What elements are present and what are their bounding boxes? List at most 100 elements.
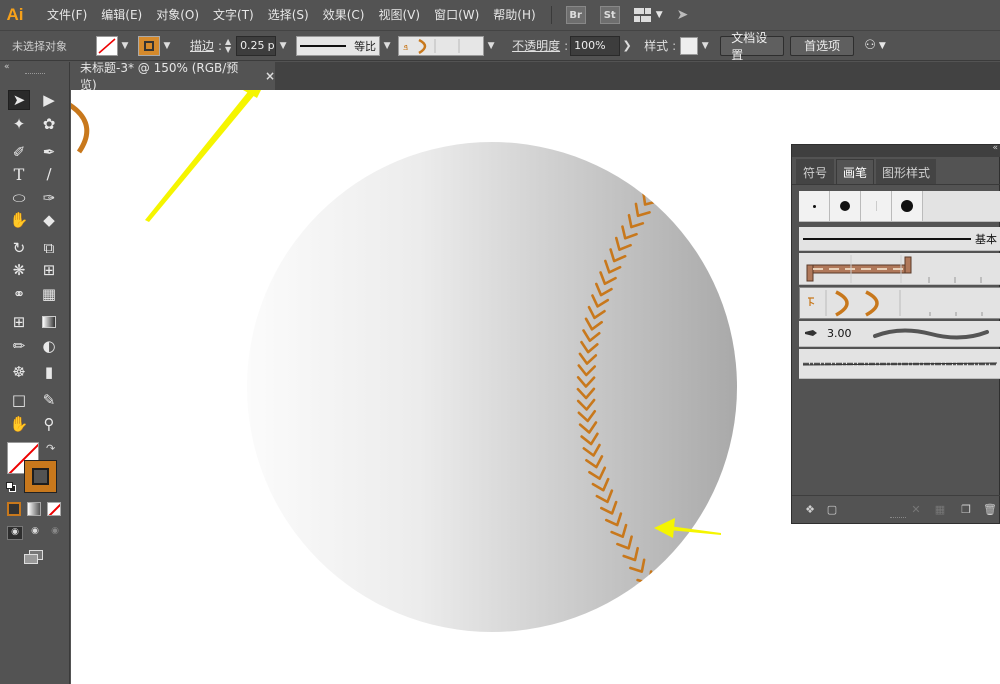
brush-dot-4[interactable] bbox=[892, 191, 923, 221]
delete-brush-icon[interactable]: 🗑 bbox=[982, 502, 998, 516]
curvature-tool-icon[interactable]: ✒ bbox=[38, 142, 60, 162]
blend-icon[interactable]: ◐ bbox=[38, 336, 60, 356]
close-icon[interactable]: × bbox=[265, 69, 275, 83]
variable-width-profile[interactable]: 等比 bbox=[296, 35, 381, 56]
menu-help[interactable]: 帮助(H) bbox=[486, 0, 542, 30]
chevron-down-icon[interactable]: ▼ bbox=[656, 10, 663, 20]
lasso-icon[interactable]: ✿ bbox=[38, 114, 60, 134]
color-mode-icon[interactable] bbox=[7, 502, 21, 516]
none-mode-icon[interactable] bbox=[47, 502, 61, 516]
brush-dot-3[interactable] bbox=[861, 191, 892, 221]
brush-dropdown-icon[interactable]: ▼ bbox=[484, 36, 498, 56]
menu-edit[interactable]: 编辑(E) bbox=[94, 0, 149, 30]
arrange-documents-icon[interactable]: ⚇ bbox=[864, 38, 876, 53]
tab-brushes[interactable]: 画笔 bbox=[836, 159, 874, 185]
menu-type[interactable]: 文字(T) bbox=[206, 0, 261, 30]
draw-inside-icon[interactable]: ◉ bbox=[47, 526, 63, 540]
document-setup-button[interactable]: 文档设置 bbox=[720, 31, 785, 62]
artboard-icon[interactable]: □ bbox=[8, 390, 30, 410]
slice-icon[interactable]: ✎ bbox=[38, 390, 60, 410]
basic-brush-row[interactable]: 基本 bbox=[799, 227, 1000, 251]
ellipse-tool-icon[interactable]: ⬭ bbox=[8, 188, 30, 208]
shaper-icon[interactable]: ✋ bbox=[8, 210, 30, 230]
opacity-label[interactable]: 不透明度 bbox=[508, 37, 564, 54]
options-icon[interactable]: ▦ bbox=[932, 502, 948, 516]
basic-brush-label: 基本 bbox=[975, 233, 997, 246]
pattern-brush-row[interactable] bbox=[799, 253, 1000, 285]
fill-swatch[interactable] bbox=[96, 35, 118, 56]
fill-dropdown-icon[interactable]: ▼ bbox=[118, 36, 132, 56]
symbol-sprayer-icon[interactable]: ☸ bbox=[8, 362, 30, 382]
menu-effect[interactable]: 效果(C) bbox=[316, 0, 372, 30]
stroke-stepper-icon[interactable]: ▲ ▼ bbox=[222, 37, 234, 54]
art-brush-row[interactable] bbox=[799, 349, 1000, 379]
eraser-icon[interactable]: ◆ bbox=[38, 210, 60, 230]
menu-file[interactable]: 文件(F) bbox=[40, 0, 94, 30]
tab-symbols[interactable]: 符号 bbox=[796, 159, 834, 185]
graph-icon[interactable]: ▮ bbox=[38, 362, 60, 382]
document-tab[interactable]: 未标题-3* @ 150% (RGB/预览) × bbox=[70, 61, 275, 92]
panel-resize-grip[interactable] bbox=[890, 517, 906, 520]
stock-icon[interactable]: St bbox=[599, 6, 620, 24]
brush-libraries-icon[interactable]: ❖ bbox=[802, 502, 818, 516]
line-tool-icon[interactable]: ∕ bbox=[38, 164, 60, 184]
menu-select[interactable]: 选择(S) bbox=[261, 0, 316, 30]
panel-collapse-icon[interactable]: « bbox=[4, 62, 10, 72]
stroke-color-indicator[interactable] bbox=[24, 460, 57, 493]
eyedropper-icon[interactable]: ✏ bbox=[8, 336, 30, 356]
tab-graphic-styles[interactable]: 图形样式 bbox=[876, 159, 936, 185]
preferences-button[interactable]: 首选项 bbox=[790, 35, 855, 56]
new-brush-icon[interactable]: ❐ bbox=[958, 502, 974, 516]
opacity-input[interactable]: 100% bbox=[570, 35, 621, 56]
chevron-brush-row[interactable] bbox=[799, 287, 1000, 319]
screen-mode-icon[interactable] bbox=[24, 550, 44, 565]
pen-tool-icon[interactable]: ✐ bbox=[8, 142, 30, 162]
stroke-swatch[interactable] bbox=[138, 35, 160, 56]
stroke-weight-input[interactable]: 0.25 p bbox=[236, 35, 277, 56]
profile-dropdown-icon[interactable]: ▼ bbox=[380, 36, 394, 56]
menu-view[interactable]: 视图(V) bbox=[371, 0, 427, 30]
hand-icon[interactable]: ✋ bbox=[8, 414, 30, 434]
brush-dot-2[interactable] bbox=[830, 191, 861, 221]
style-dropdown-icon[interactable]: ▼ bbox=[698, 36, 712, 56]
mesh-icon[interactable]: ⊞ bbox=[8, 312, 30, 332]
workspace-layout-icon[interactable] bbox=[633, 8, 652, 22]
bridge-icon[interactable]: Br bbox=[565, 6, 586, 24]
perspective-icon[interactable]: ▦ bbox=[38, 284, 60, 304]
draw-normal-icon[interactable]: ◉ bbox=[7, 526, 23, 540]
rotate-icon[interactable]: ↻ bbox=[8, 238, 30, 258]
menu-object[interactable]: 对象(O) bbox=[149, 0, 206, 30]
gpu-performance-icon[interactable]: ➤ bbox=[677, 7, 689, 23]
warp-icon[interactable]: ❋ bbox=[8, 260, 30, 280]
scale-icon[interactable]: ⧉ bbox=[38, 238, 60, 258]
free-transform-icon[interactable]: ⊞ bbox=[38, 260, 60, 280]
panel-header-strip[interactable]: « bbox=[792, 143, 1000, 157]
direct-selection-tool-icon[interactable]: ▶ bbox=[38, 90, 60, 110]
swap-fill-stroke-icon[interactable]: ↷ bbox=[46, 442, 55, 455]
stroke-weight-dropdown-icon[interactable]: ▼ bbox=[276, 36, 290, 56]
bristle-brush-row[interactable]: 3.00 bbox=[799, 321, 1000, 347]
gradient-icon[interactable] bbox=[38, 312, 60, 332]
shape-builder-icon[interactable]: ⚭ bbox=[8, 284, 30, 304]
remove-stroke-icon[interactable]: ✕ bbox=[908, 502, 924, 516]
chevron-down-icon[interactable]: ▼ bbox=[879, 41, 886, 51]
graphic-style-swatch[interactable] bbox=[680, 36, 699, 55]
brush-dot-1[interactable] bbox=[799, 191, 830, 221]
menu-window[interactable]: 窗口(W) bbox=[427, 0, 486, 30]
panel-collapse-icon[interactable]: « bbox=[992, 143, 998, 153]
gradient-mode-icon[interactable] bbox=[27, 502, 41, 516]
zoom-icon[interactable]: ⚲ bbox=[38, 414, 60, 434]
default-colors-icon[interactable] bbox=[6, 482, 16, 492]
stroke-dropdown-icon[interactable]: ▼ bbox=[160, 36, 174, 56]
paintbrush-icon[interactable]: ✑ bbox=[38, 188, 60, 208]
draw-behind-icon[interactable]: ◉ bbox=[27, 526, 43, 540]
panel-grip[interactable] bbox=[25, 73, 45, 76]
selection-tool-icon[interactable]: ➤ bbox=[8, 90, 30, 110]
libraries-panel-icon[interactable]: ▢ bbox=[824, 502, 840, 516]
brush-definition[interactable]: ܦ bbox=[398, 35, 485, 56]
magic-wand-icon[interactable]: ✦ bbox=[8, 114, 30, 134]
baseball-shape[interactable] bbox=[247, 142, 737, 632]
stroke-label[interactable]: 描边 bbox=[186, 37, 218, 54]
opacity-arrow-icon[interactable]: ❯ bbox=[620, 36, 634, 56]
type-tool-icon[interactable]: T bbox=[8, 164, 30, 184]
